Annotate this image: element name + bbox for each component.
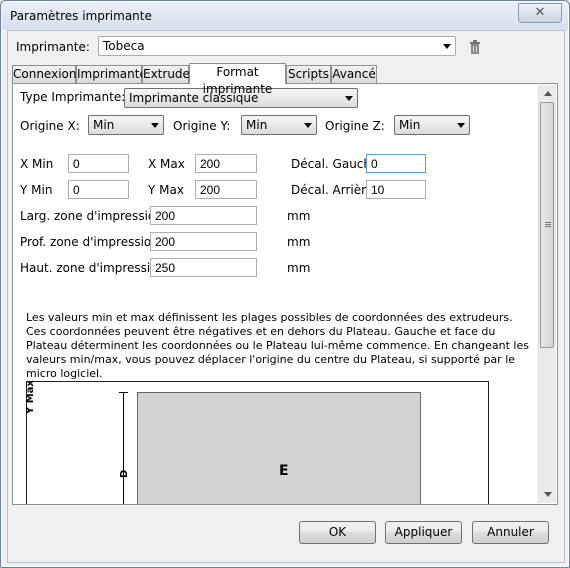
ymax-axis-label: Y Max <box>25 380 36 414</box>
print-width-label: Larg. zone d'impression: <box>20 209 167 223</box>
grip-line <box>545 226 551 227</box>
printer-select[interactable]: Tobeca <box>98 36 456 56</box>
ymax-label: Y Max <box>148 183 184 197</box>
chevron-down-icon <box>457 123 465 128</box>
tab-format-imprimante[interactable]: Format imprimante <box>189 63 286 96</box>
printer-select-value: Tobeca <box>103 39 145 53</box>
ymax-input[interactable] <box>195 180 257 199</box>
ymin-label: Y Min <box>20 183 53 197</box>
chevron-down-icon <box>151 123 159 128</box>
print-depth-unit: mm <box>287 235 311 249</box>
depth-dimension-tick <box>119 392 128 393</box>
origin-y-select[interactable]: Min <box>241 115 317 135</box>
ok-button[interactable]: OK <box>299 521 376 544</box>
bed-center-label: E <box>279 463 289 479</box>
origin-y-value: Min <box>246 118 268 132</box>
window-title: Paramètres imprimante <box>10 9 152 23</box>
tab-scripts[interactable]: Scripts <box>286 65 331 83</box>
depth-label: D <box>119 469 130 478</box>
tab-avance[interactable]: Avancé <box>331 65 377 83</box>
coordinates-description: Les valeurs min et max définissent les p… <box>26 311 529 380</box>
origin-x-select[interactable]: Min <box>88 115 164 135</box>
origin-x-value: Min <box>93 118 115 132</box>
close-icon: ✕ <box>534 5 546 20</box>
printer-label: Imprimante: <box>16 40 90 54</box>
grip-line <box>545 224 551 225</box>
print-width-unit: mm <box>287 209 311 223</box>
ymin-input[interactable] <box>68 180 129 199</box>
chevron-down-icon <box>443 44 451 49</box>
offset-back-label: Décal. Arrière: <box>291 183 378 197</box>
print-width-input[interactable] <box>150 206 257 225</box>
xmin-input[interactable] <box>68 154 129 173</box>
print-height-label: Haut. zone d'impression: <box>20 261 170 275</box>
bed-diagram: Y Max D E <box>25 380 489 504</box>
chevron-down-icon <box>345 96 353 101</box>
offset-back-input[interactable] <box>366 180 426 199</box>
dialog-body: Imprimante: Tobeca Connexion Imprimante … <box>7 30 565 563</box>
origin-y-label: Origine Y: <box>173 119 231 133</box>
origin-z-value: Min <box>399 118 421 132</box>
print-height-unit: mm <box>287 261 311 275</box>
printer-type-label: Type Imprimante: <box>20 90 126 104</box>
tab-connexion[interactable]: Connexion <box>12 65 77 83</box>
title-bar[interactable]: Paramètres imprimante ✕ <box>2 2 568 30</box>
print-bed: E <box>137 392 421 504</box>
xmax-input[interactable] <box>195 154 257 173</box>
xmin-label: X Min <box>20 157 54 171</box>
tab-imprimante[interactable]: Imprimante <box>76 65 147 83</box>
close-button[interactable]: ✕ <box>518 3 562 23</box>
offset-left-input[interactable] <box>366 154 426 173</box>
printer-settings-window: Paramètres imprimante ✕ Imprimante: Tobe… <box>0 0 570 568</box>
tab-extruder[interactable]: Extruder <box>142 65 195 83</box>
depth-dimension-line <box>123 392 124 504</box>
tab-panel-format: Type Imprimante: Imprimante classique Or… <box>12 83 558 505</box>
scroll-down-icon[interactable] <box>539 486 556 503</box>
print-depth-input[interactable] <box>150 232 257 251</box>
apply-button[interactable]: Appliquer <box>385 521 462 544</box>
chevron-down-icon <box>304 123 312 128</box>
trash-icon[interactable] <box>469 40 481 54</box>
scrollbar-thumb[interactable] <box>540 102 554 348</box>
print-depth-label: Prof. zone d'impression: <box>20 235 163 249</box>
cancel-button[interactable]: Annuler <box>472 521 549 544</box>
print-height-input[interactable] <box>150 258 257 277</box>
origin-x-label: Origine X: <box>20 119 80 133</box>
grip-line <box>545 222 551 223</box>
xmax-label: X Max <box>148 157 185 171</box>
origin-z-label: Origine Z: <box>325 119 385 133</box>
origin-z-select[interactable]: Min <box>394 115 470 135</box>
vertical-scrollbar[interactable] <box>538 85 556 503</box>
scroll-up-icon[interactable] <box>539 85 556 102</box>
